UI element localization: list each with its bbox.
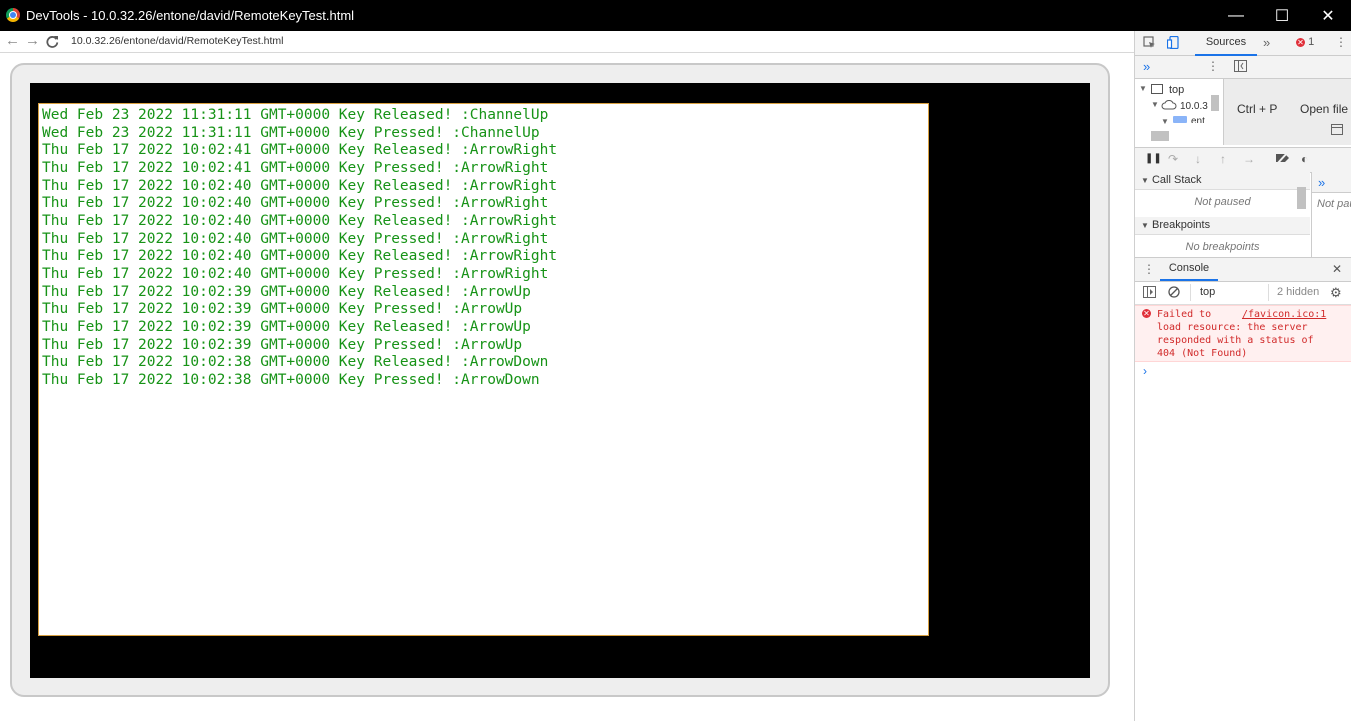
debug-scrollbar-thumb[interactable] [1297, 187, 1306, 209]
step-into-icon[interactable]: ↓ [1195, 152, 1201, 166]
console-drawer-header: ⋮ Console ✕ [1135, 257, 1351, 282]
open-file-shortcut: Ctrl + P [1237, 102, 1278, 116]
close-drawer-icon[interactable]: ✕ [1332, 262, 1342, 276]
maximize-button[interactable]: ☐ [1259, 0, 1305, 31]
reload-icon[interactable] [46, 32, 59, 53]
scope-not-paused: Not pau [1317, 198, 1351, 210]
tab-sources[interactable]: Sources [1195, 31, 1257, 56]
log-line: Thu Feb 17 2022 10:02:40 GMT+0000 Key Re… [42, 212, 558, 229]
window-title-bar: DevTools - 10.0.32.26/entone/david/Remot… [0, 0, 1351, 31]
error-icon: ✕ [1142, 309, 1151, 318]
sources-subtoolbar: » ⋮ [1135, 56, 1351, 79]
navigator-menu-icon[interactable]: ⋮ [1207, 59, 1219, 73]
back-arrow-icon[interactable]: ← [5, 32, 20, 50]
cloud-icon [1161, 99, 1177, 113]
key-log-list: Wed Feb 23 2022 11:31:11 GMT+0000 Key Re… [39, 104, 928, 390]
log-line: Thu Feb 17 2022 10:02:38 GMT+0000 Key Pr… [42, 371, 540, 388]
console-prompt-icon[interactable]: › [1143, 364, 1147, 378]
window-title: DevTools - 10.0.32.26/entone/david/Remot… [26, 8, 355, 23]
log-line: Thu Feb 17 2022 10:02:40 GMT+0000 Key Pr… [42, 230, 549, 247]
log-line: Thu Feb 17 2022 10:02:40 GMT+0000 Key Pr… [42, 195, 549, 212]
log-line: Thu Feb 17 2022 10:02:40 GMT+0000 Key Re… [42, 177, 558, 194]
scope-more-icon[interactable]: » [1318, 175, 1325, 190]
deactivate-breakpoints-icon[interactable] [1275, 151, 1291, 167]
devtools-toolbar: Sources » ✕ 1 ⋮ [1135, 31, 1351, 56]
tv-frame: Wed Feb 23 2022 11:31:11 GMT+0000 Key Re… [10, 63, 1110, 697]
tab-console[interactable]: Console [1160, 258, 1218, 281]
clear-console-icon[interactable] [1168, 286, 1180, 301]
expand-arrow-icon[interactable]: ▼ [1139, 84, 1147, 93]
step-out-icon[interactable]: ↑ [1220, 152, 1226, 166]
more-tabs-icon[interactable]: » [1263, 35, 1270, 50]
scope-pane: » Not pau [1311, 172, 1351, 260]
open-file-label: Open file [1300, 102, 1349, 116]
error-count-label: 1 [1308, 36, 1315, 48]
log-line: Thu Feb 17 2022 10:02:38 GMT+0000 Key Re… [42, 354, 549, 371]
step-over-icon[interactable]: ↷ [1168, 152, 1178, 166]
page-viewport: Wed Feb 23 2022 11:31:11 GMT+0000 Key Re… [0, 53, 1134, 721]
tree-hscrollbar-thumb[interactable] [1151, 131, 1169, 141]
pause-on-exceptions-icon[interactable]: ◐ [1301, 152, 1308, 166]
minimize-button[interactable]: — [1213, 0, 1259, 31]
debugger-toolbar: ❚❚ ↷ ↓ ↑ → ◐ [1135, 147, 1351, 173]
device-toolbar-icon[interactable] [1166, 35, 1180, 52]
address-bar: ← → 10.0.32.26/entone/david/RemoteKeyTes… [0, 31, 1134, 53]
error-message-full: load resource: the server responded with… [1157, 308, 1347, 360]
chrome-logo-icon [6, 8, 20, 22]
inspect-element-icon[interactable] [1143, 36, 1156, 52]
pause-icon[interactable]: ❚❚ [1145, 153, 1162, 164]
toggle-sidebar-icon[interactable] [1234, 60, 1247, 75]
close-window-button[interactable]: ✕ [1305, 0, 1351, 31]
breakpoints-empty: No breakpoints [1185, 241, 1260, 253]
tree-item-folder[interactable]: ent [1191, 116, 1205, 123]
error-icon: ✕ [1296, 38, 1305, 47]
devtools-menu-icon[interactable]: ⋮ [1335, 35, 1347, 49]
hidden-messages-count: 2 hidden [1277, 286, 1320, 298]
drawer-menu-icon[interactable]: ⋮ [1143, 262, 1155, 276]
tree-scrollbar-thumb[interactable] [1211, 95, 1219, 111]
frame-icon [1151, 84, 1163, 97]
log-line: Thu Feb 17 2022 10:02:39 GMT+0000 Key Re… [42, 283, 531, 300]
tree-item-top[interactable]: top [1169, 84, 1184, 96]
tree-item-host[interactable]: 10.0.3 [1180, 101, 1208, 112]
call-stack-empty: Not paused [1194, 196, 1251, 208]
toggle-debugger-icon[interactable] [1331, 124, 1343, 138]
step-icon[interactable]: → [1243, 152, 1255, 166]
editor-placeholder: Ctrl + P Open file [1224, 79, 1351, 145]
error-message-body: load resource: the server responded with… [1157, 322, 1314, 359]
log-line: Thu Feb 17 2022 10:02:39 GMT+0000 Key Re… [42, 318, 531, 335]
log-line: Wed Feb 23 2022 11:31:11 GMT+0000 Key Re… [42, 107, 549, 123]
log-line: Wed Feb 23 2022 11:31:11 GMT+0000 Key Pr… [42, 124, 540, 141]
log-line: Thu Feb 17 2022 10:02:40 GMT+0000 Key Pr… [42, 265, 549, 282]
console-error-message: ✕ Failed to /favicon.ico:1 load resource… [1135, 305, 1351, 362]
call-stack-title: Call Stack [1151, 174, 1202, 186]
expand-arrow-icon[interactable]: ▼ [1161, 117, 1169, 126]
console-sidebar-icon[interactable] [1143, 286, 1156, 301]
call-stack-header[interactable]: ▼ Call Stack [1135, 172, 1310, 190]
log-line: Thu Feb 17 2022 10:02:41 GMT+0000 Key Pr… [42, 159, 549, 176]
console-settings-icon[interactable]: ⚙ [1330, 285, 1342, 301]
log-line: Thu Feb 17 2022 10:02:39 GMT+0000 Key Pr… [42, 301, 523, 318]
scope-pane-header: » [1312, 172, 1351, 193]
file-navigator: ▼ top ▼ 10.0.3 ▼ ent [1135, 79, 1224, 145]
breakpoints-title: Breakpoints [1151, 219, 1211, 231]
log-line: Thu Feb 17 2022 10:02:41 GMT+0000 Key Re… [42, 142, 558, 159]
navigator-more-icon[interactable]: » [1143, 59, 1150, 74]
expand-arrow-icon[interactable]: ▼ [1151, 100, 1159, 109]
devtools-panel: Sources » ✕ 1 ⋮ » ⋮ ▼ top ▼ 10.0.3 ▼ ent [1134, 31, 1351, 721]
breakpoints-header[interactable]: ▼ Breakpoints [1135, 217, 1310, 235]
log-line: Thu Feb 17 2022 10:02:40 GMT+0000 Key Re… [42, 248, 558, 265]
log-line: Thu Feb 17 2022 10:02:39 GMT+0000 Key Pr… [42, 336, 523, 353]
key-log-panel: Wed Feb 23 2022 11:31:11 GMT+0000 Key Re… [38, 103, 929, 636]
error-counter[interactable]: ✕ 1 [1296, 36, 1314, 48]
console-toolbar: top 2 hidden ⚙ [1135, 282, 1351, 305]
console-context-select[interactable]: top [1200, 286, 1215, 298]
folder-icon [1173, 116, 1187, 123]
tv-screen: Wed Feb 23 2022 11:31:11 GMT+0000 Key Re… [30, 83, 1090, 678]
forward-arrow-icon[interactable]: → [25, 32, 40, 50]
url-field[interactable]: 10.0.32.26/entone/david/RemoteKeyTest.ht… [71, 35, 283, 47]
